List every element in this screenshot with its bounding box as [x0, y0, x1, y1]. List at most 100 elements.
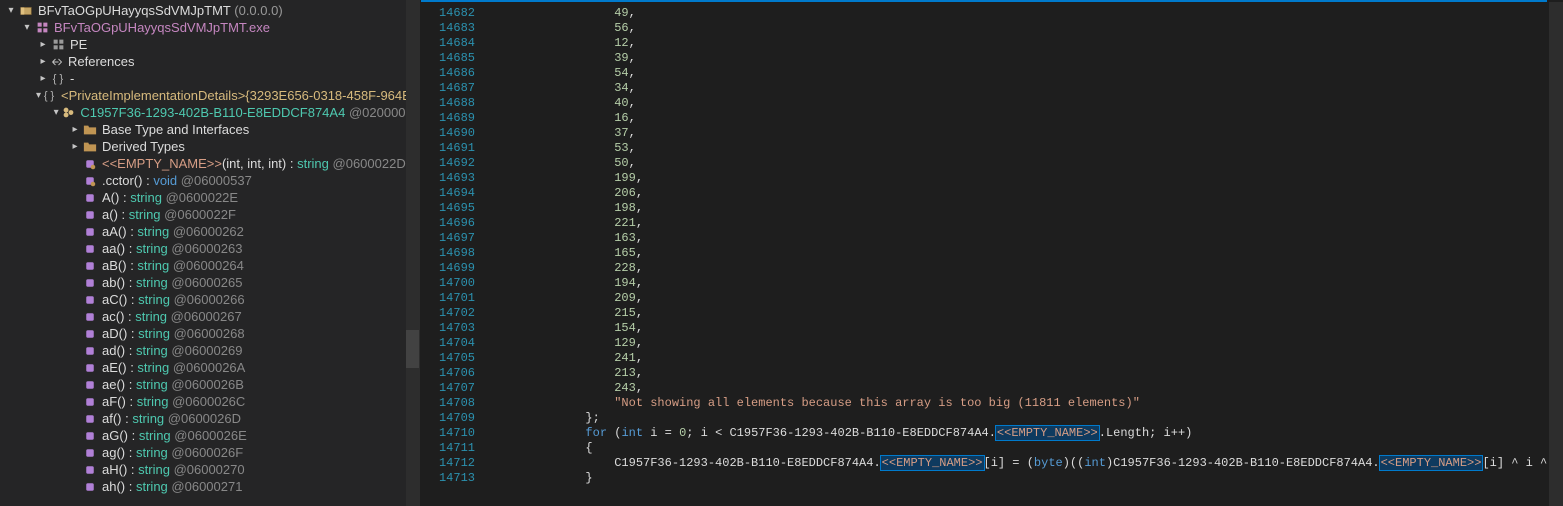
- tree-node-method-cctor[interactable]: ▸ .cctor() : void @06000537: [0, 172, 420, 189]
- tree-label: aG() : string @0600026E: [102, 428, 247, 443]
- line-number-gutter: 1468214683146841468514686146871468814689…: [421, 0, 487, 506]
- tree-node-method[interactable]: ▸af() : string @0600026D: [0, 410, 420, 427]
- tree-body: ▾ BFvTaOGpUHayyqsSdVMJpTMT (0.0.0.0) ▾ B…: [0, 0, 420, 497]
- namespace-icon: { }: [41, 88, 57, 104]
- tree-scrollbar[interactable]: [406, 0, 420, 506]
- method-icon: [82, 173, 98, 189]
- tree-label: aa() : string @06000263: [102, 241, 242, 256]
- tree-node-method[interactable]: ▸ae() : string @0600026B: [0, 376, 420, 393]
- tree-label: ac() : string @06000267: [102, 309, 242, 324]
- method-icon: [82, 326, 98, 342]
- method-icon: [82, 343, 98, 359]
- tree-label: aD() : string @06000268: [102, 326, 245, 341]
- tree-label: a() : string @0600022F: [102, 207, 236, 222]
- pe-icon: [50, 37, 66, 53]
- tree-label: af() : string @0600026D: [102, 411, 241, 426]
- expander-icon[interactable]: ▾: [20, 21, 34, 35]
- expander-icon[interactable]: ▾: [52, 106, 60, 120]
- tree-label: References: [68, 54, 134, 69]
- tree-node-method[interactable]: ▸ac() : string @06000267: [0, 308, 420, 325]
- tree-node-method[interactable]: ▸aA() : string @06000262: [0, 223, 420, 240]
- tree-node-class[interactable]: ▾ C1957F36-1293-402B-B110-E8EDDCF874A4 @…: [0, 104, 420, 121]
- tree-label: Base Type and Interfaces: [102, 122, 249, 137]
- tree-node-namespace-priv[interactable]: ▾ { } <PrivateImplementationDetails>{329…: [0, 87, 420, 104]
- method-icon: [82, 207, 98, 223]
- expander-icon[interactable]: ▾: [4, 4, 18, 18]
- folder-icon: [82, 139, 98, 155]
- references-icon: [50, 54, 64, 70]
- method-icon: [82, 377, 98, 393]
- tree-scrollbar-thumb[interactable]: [406, 330, 419, 368]
- method-icon: [82, 462, 98, 478]
- namespace-icon: { }: [50, 71, 66, 87]
- method-icon: [82, 445, 98, 461]
- tree-node-method[interactable]: ▸ah() : string @06000271: [0, 478, 420, 495]
- expander-icon[interactable]: ▸: [68, 123, 82, 137]
- method-icon: [82, 258, 98, 274]
- tree-node-method[interactable]: ▸aB() : string @06000264: [0, 257, 420, 274]
- tree-node-method[interactable]: ▸ad() : string @06000269: [0, 342, 420, 359]
- method-icon: [82, 275, 98, 291]
- tree-label: ae() : string @0600026B: [102, 377, 244, 392]
- tree-node-method[interactable]: ▸ab() : string @06000265: [0, 274, 420, 291]
- tree-node-references[interactable]: ▸ References: [0, 53, 420, 70]
- tree-label: .cctor() : void @06000537: [102, 173, 252, 188]
- tree-label: aB() : string @06000264: [102, 258, 244, 273]
- tree-label: ab() : string @06000265: [102, 275, 242, 290]
- tree-label: BFvTaOGpUHayyqsSdVMJpTMT (0.0.0.0): [38, 3, 283, 18]
- tree-node-method[interactable]: ▸aD() : string @06000268: [0, 325, 420, 342]
- tree-label: ah() : string @06000271: [102, 479, 242, 494]
- tree-node-method[interactable]: ▸aa() : string @06000263: [0, 240, 420, 257]
- tab-active-indicator: [421, 0, 1547, 2]
- assembly-icon: [18, 3, 34, 19]
- method-icon: [82, 156, 98, 172]
- method-icon: [82, 190, 98, 206]
- code-editor[interactable]: 1468214683146841468514686146871468814689…: [421, 0, 1563, 506]
- tree-node-assembly[interactable]: ▾ BFvTaOGpUHayyqsSdVMJpTMT (0.0.0.0): [0, 2, 420, 19]
- tree-node-method[interactable]: ▸a() : string @0600022F: [0, 206, 420, 223]
- code-scrollbar-vertical[interactable]: [1549, 2, 1563, 506]
- tree-node-namespace-empty[interactable]: ▸ { } -: [0, 70, 420, 87]
- tree-node-method[interactable]: ▸ag() : string @0600026F: [0, 444, 420, 461]
- tree-node-method[interactable]: ▸aF() : string @0600026C: [0, 393, 420, 410]
- expander-icon[interactable]: ▸: [36, 55, 50, 69]
- expander-icon[interactable]: ▸: [68, 140, 82, 154]
- tree-node-method[interactable]: ▸aH() : string @06000270: [0, 461, 420, 478]
- class-icon: [60, 105, 76, 121]
- method-icon: [82, 479, 98, 495]
- tree-node-derived[interactable]: ▸ Derived Types: [0, 138, 420, 155]
- tree-label: <PrivateImplementationDetails>{3293E656-…: [61, 88, 420, 103]
- method-icon: [82, 360, 98, 376]
- tree-label: BFvTaOGpUHayyqsSdVMJpTMT.exe: [54, 20, 270, 35]
- tree-node-method[interactable]: ▸A() : string @0600022E: [0, 189, 420, 206]
- method-icon: [82, 241, 98, 257]
- tree-node-method[interactable]: ▸aG() : string @0600026E: [0, 427, 420, 444]
- tree-label: ag() : string @0600026F: [102, 445, 243, 460]
- method-icon: [82, 394, 98, 410]
- module-icon: [34, 20, 50, 36]
- method-icon: [82, 309, 98, 325]
- tree-label: aE() : string @0600026A: [102, 360, 245, 375]
- tree-node-pe[interactable]: ▸ PE: [0, 36, 420, 53]
- assembly-explorer: ▾ BFvTaOGpUHayyqsSdVMJpTMT (0.0.0.0) ▾ B…: [0, 0, 421, 506]
- tree-label: aF() : string @0600026C: [102, 394, 245, 409]
- tree-node-method[interactable]: ▸aC() : string @06000266: [0, 291, 420, 308]
- tree-node-method[interactable]: ▸aE() : string @0600026A: [0, 359, 420, 376]
- tree-label: PE: [70, 37, 87, 52]
- tree-label: aA() : string @06000262: [102, 224, 244, 239]
- folder-icon: [82, 122, 98, 138]
- expander-icon[interactable]: ▸: [36, 38, 50, 52]
- expander-icon[interactable]: ▸: [36, 72, 50, 86]
- tree-label: aC() : string @06000266: [102, 292, 245, 307]
- tree-label: ad() : string @06000269: [102, 343, 242, 358]
- tree-node-module[interactable]: ▾ BFvTaOGpUHayyqsSdVMJpTMT.exe: [0, 19, 420, 36]
- tree-label: <<EMPTY_NAME>>(int, int, int) : string @…: [102, 156, 406, 171]
- tree-label: A() : string @0600022E: [102, 190, 238, 205]
- method-icon: [82, 224, 98, 240]
- method-icon: [82, 292, 98, 308]
- tree-node-method-empty[interactable]: ▸ <<EMPTY_NAME>>(int, int, int) : string…: [0, 155, 420, 172]
- tree-node-basetype[interactable]: ▸ Base Type and Interfaces: [0, 121, 420, 138]
- tree-label: Derived Types: [102, 139, 185, 154]
- code-body[interactable]: 49, 56, 12, 39, 54, 34, 40, 16, 37, 53, …: [487, 0, 1563, 506]
- tree-label: -: [70, 71, 74, 86]
